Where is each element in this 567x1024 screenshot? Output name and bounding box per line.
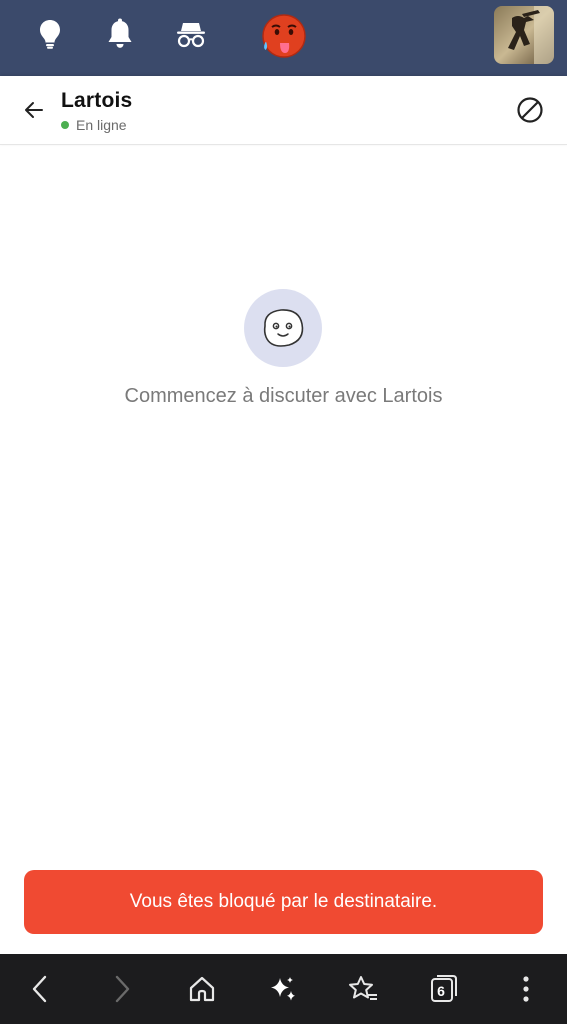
more-icon[interactable] <box>508 971 544 1007</box>
profile-avatar[interactable] <box>494 6 554 64</box>
bookmark-star-icon[interactable] <box>345 971 381 1007</box>
forward-icon[interactable] <box>104 971 140 1007</box>
blocked-banner: Vous êtes bloqué par le destinataire. <box>24 870 543 934</box>
incognito-icon[interactable] <box>175 16 207 52</box>
hot-face-emoji[interactable] <box>259 13 309 59</box>
tabs-icon[interactable]: 6 <box>426 971 462 1007</box>
smiley-icon <box>263 309 304 347</box>
chat-screen: Lartois En ligne Commencez à discuter av… <box>0 0 567 1024</box>
sparkle-icon[interactable] <box>265 971 301 1007</box>
blocked-message: Vous êtes bloqué par le destinataire. <box>129 891 438 912</box>
top-app-bar <box>0 0 567 76</box>
browser-bottom-bar: 6 <box>0 954 567 1024</box>
status-text: En ligne <box>76 117 127 133</box>
tab-count: 6 <box>437 983 445 999</box>
back-icon[interactable] <box>22 971 58 1007</box>
back-arrow-icon[interactable] <box>20 96 48 124</box>
lightbulb-icon[interactable] <box>34 16 66 52</box>
online-status: En ligne <box>61 117 127 133</box>
block-icon[interactable] <box>515 95 545 125</box>
online-dot <box>61 121 69 129</box>
contact-name[interactable]: Lartois <box>61 89 132 113</box>
bell-icon[interactable] <box>104 16 136 52</box>
home-icon[interactable] <box>184 971 220 1007</box>
chat-header: Lartois En ligne <box>0 76 567 145</box>
empty-chat-illustration <box>244 289 322 367</box>
empty-chat-message: Commencez à discuter avec Lartois <box>124 385 443 407</box>
